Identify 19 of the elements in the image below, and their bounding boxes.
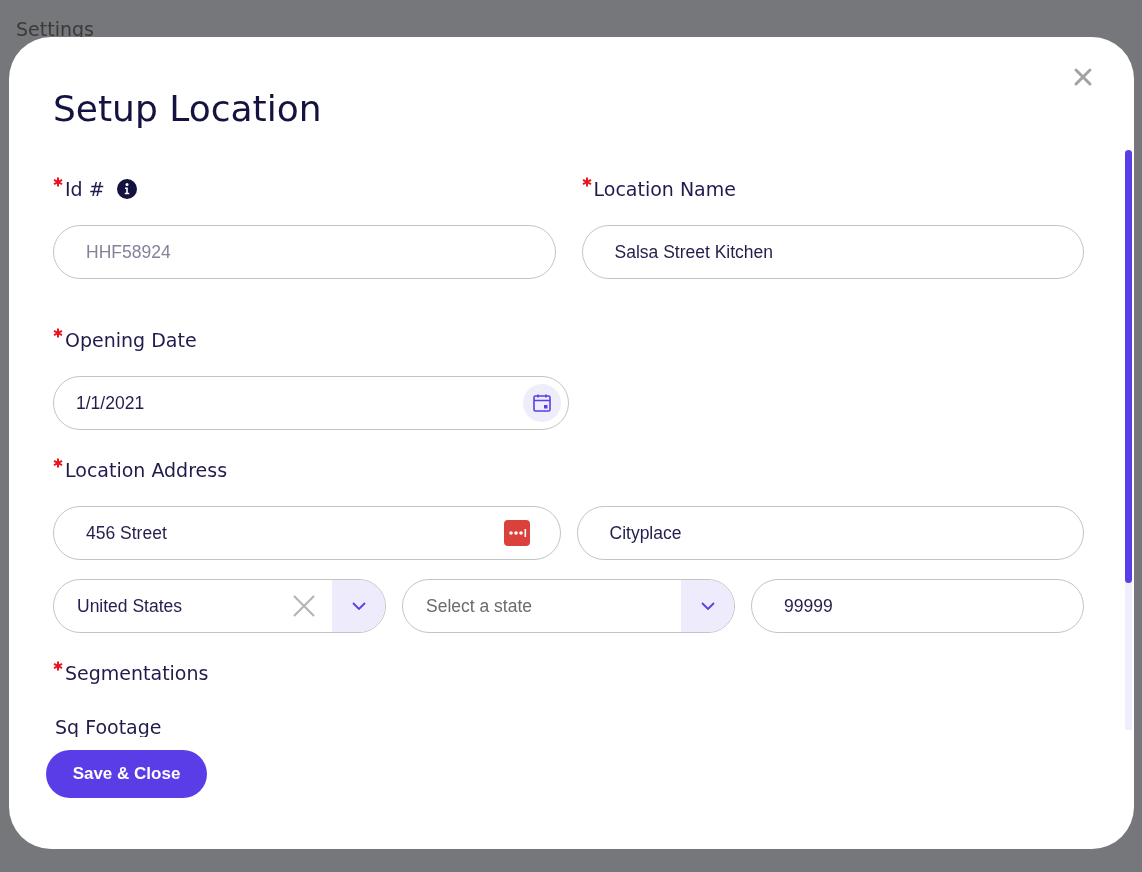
dialog-title: Setup Location xyxy=(53,87,322,131)
calendar-icon xyxy=(532,393,552,413)
field-label: Opening Date xyxy=(65,329,197,351)
info-icon[interactable] xyxy=(116,179,137,199)
field-label: Location Name xyxy=(593,178,736,200)
clear-icon[interactable] xyxy=(293,595,315,617)
scrollbar-thumb[interactable] xyxy=(1125,150,1132,583)
dropdown-button[interactable] xyxy=(332,580,385,632)
field-label: Location Address xyxy=(65,459,228,481)
close-icon[interactable] xyxy=(1073,67,1093,87)
field-label: Id # xyxy=(65,178,105,200)
chevron-down-icon xyxy=(700,602,715,610)
dropdown-button[interactable] xyxy=(681,580,734,632)
field-label: Segmentations xyxy=(65,662,209,684)
chevron-down-icon xyxy=(351,602,366,610)
calendar-button[interactable] xyxy=(523,384,561,422)
page-title: Settings xyxy=(16,18,94,40)
save-close-button[interactable]: Save & Close xyxy=(46,750,207,798)
password-manager-icon[interactable] xyxy=(503,520,530,546)
